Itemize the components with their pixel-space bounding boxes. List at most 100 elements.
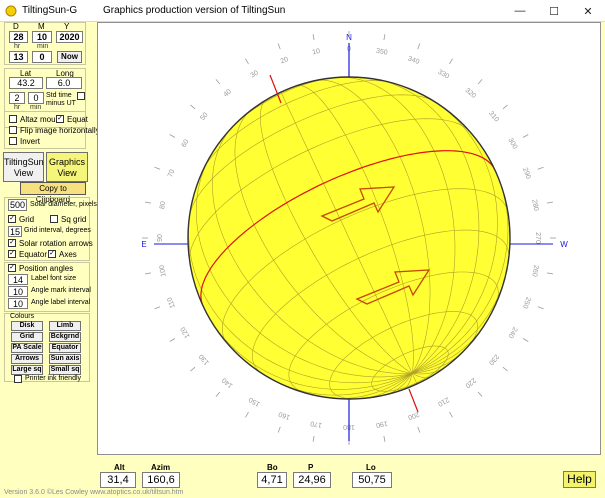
minute-label: min bbox=[37, 43, 49, 50]
app-sun-icon bbox=[5, 5, 17, 17]
alt-label: Alt bbox=[114, 463, 125, 472]
axes-checkbox[interactable]: ✓ bbox=[48, 250, 56, 258]
pa-tick bbox=[215, 79, 221, 85]
sq-grid-checkbox[interactable] bbox=[50, 215, 58, 223]
pa-label: 280 bbox=[530, 199, 539, 212]
month-label: M bbox=[38, 22, 45, 31]
label-font-size-label: Label font size bbox=[31, 275, 77, 282]
minimize-button[interactable]: — bbox=[503, 0, 537, 22]
pa-tick bbox=[145, 201, 152, 204]
printer-friendly-label: Printer ink friendly bbox=[25, 375, 82, 382]
pa-tick bbox=[417, 43, 421, 50]
copy-to-clipboard-button[interactable]: Copy to Clipboard bbox=[20, 182, 86, 204]
angle-mark-interval-label: Angle mark interval bbox=[31, 287, 91, 294]
pa-label: 100 bbox=[159, 264, 168, 277]
limb-colour-button[interactable]: Limb bbox=[49, 321, 81, 331]
pa-tick bbox=[169, 134, 176, 138]
hour-field[interactable]: 13 bbox=[9, 51, 28, 63]
azim-label: Azim bbox=[151, 463, 171, 472]
graphics-canvas[interactable]: 0102030405060708090100110120130140150160… bbox=[97, 22, 601, 455]
pa-label: 120 bbox=[180, 325, 192, 339]
pa-scale-colour-button[interactable]: PA Scale bbox=[11, 343, 43, 353]
pa-tick bbox=[312, 435, 315, 442]
arrows-colour-button[interactable]: Arrows bbox=[11, 354, 43, 364]
grid-checkbox[interactable]: ✓ bbox=[8, 215, 16, 223]
tz-minute-field[interactable]: 0 bbox=[28, 92, 44, 104]
pa-label: 340 bbox=[407, 55, 420, 66]
rotation-arrows-checkbox[interactable]: ✓ bbox=[8, 239, 16, 247]
label-font-size-field[interactable]: 14 bbox=[8, 274, 28, 285]
bo-label: Bo bbox=[267, 463, 278, 472]
pa-label: 90 bbox=[157, 234, 164, 242]
angle-label-interval-field[interactable]: 10 bbox=[8, 298, 28, 309]
flip-checkbox[interactable] bbox=[9, 126, 17, 134]
pa-label: 290 bbox=[521, 167, 532, 180]
pa-label: 110 bbox=[166, 296, 176, 309]
pa-tick bbox=[215, 391, 221, 397]
alt-value: 31,4 bbox=[100, 472, 136, 488]
altaz-checkbox[interactable] bbox=[9, 115, 17, 123]
small-sq-colour-button[interactable]: Small sq bbox=[49, 365, 81, 375]
solar-diameter-field[interactable]: 500 bbox=[8, 199, 27, 211]
pa-tick bbox=[190, 104, 196, 110]
pa-tick bbox=[245, 411, 249, 418]
window-subtitle: Graphics production version of TiltingSu… bbox=[103, 5, 286, 16]
disk-colour-button[interactable]: Disk bbox=[11, 321, 43, 331]
grid-colour-button[interactable]: Grid bbox=[11, 332, 43, 342]
north-label: N bbox=[346, 33, 352, 42]
sun-axis-colour-button[interactable]: Sun axis bbox=[49, 354, 81, 364]
latitude-field[interactable]: 43.2 bbox=[9, 77, 43, 89]
pa-tick bbox=[312, 34, 315, 41]
pa-label: 230 bbox=[487, 353, 500, 367]
background-colour-button[interactable]: Bckgrnd bbox=[49, 332, 81, 342]
grid-interval-field[interactable]: 15 bbox=[8, 226, 22, 237]
title-bar[interactable]: TiltingSun-G Graphics production version… bbox=[0, 0, 605, 22]
tz-hour-field[interactable]: 2 bbox=[9, 92, 25, 104]
equator-colour-button[interactable]: Equator bbox=[49, 343, 81, 353]
pa-label: 10 bbox=[312, 48, 321, 56]
tz-minute-label: min bbox=[30, 104, 42, 111]
app-window: TiltingSun-G Graphics production version… bbox=[0, 0, 605, 498]
pa-tick bbox=[417, 426, 421, 433]
lo-label: Lo bbox=[366, 463, 376, 472]
pa-label: 240 bbox=[506, 326, 518, 340]
equator-checkbox[interactable]: ✓ bbox=[8, 250, 16, 258]
pa-tick bbox=[502, 366, 508, 372]
pa-label: 150 bbox=[248, 395, 262, 407]
year-label: Y bbox=[64, 22, 70, 31]
help-button[interactable]: Help bbox=[563, 471, 596, 488]
longitude-field[interactable]: 6.0 bbox=[46, 77, 82, 89]
year-field[interactable]: 2020 bbox=[56, 31, 83, 43]
pa-tick bbox=[477, 391, 483, 397]
angle-mark-interval-field[interactable]: 10 bbox=[8, 286, 28, 297]
minute-field[interactable]: 0 bbox=[32, 51, 52, 63]
pa-label: 220 bbox=[463, 376, 477, 389]
month-field[interactable]: 10 bbox=[32, 31, 52, 43]
printer-friendly-checkbox[interactable] bbox=[14, 375, 22, 383]
now-button[interactable]: Now bbox=[57, 51, 82, 63]
pa-tick bbox=[154, 166, 161, 170]
invert-checkbox[interactable] bbox=[9, 137, 17, 145]
position-angles-label: Position angles bbox=[19, 264, 74, 273]
day-field[interactable]: 28 bbox=[9, 31, 28, 43]
p-label: P bbox=[308, 463, 314, 472]
pa-tick bbox=[277, 43, 281, 50]
east-label: E bbox=[141, 240, 146, 249]
large-sq-colour-button[interactable]: Large sq bbox=[11, 365, 43, 375]
std-time-checkbox[interactable] bbox=[77, 92, 85, 100]
equat-checkbox[interactable]: ✓ bbox=[56, 115, 64, 123]
graphics-view-button[interactable]: Graphics View bbox=[46, 152, 88, 182]
version-footer: Version 3.6.0 ©Les Cowley www.atoptics.c… bbox=[4, 489, 184, 496]
tiltingsun-view-button[interactable]: TiltingSun View bbox=[3, 152, 44, 182]
maximize-button[interactable]: ☐ bbox=[537, 0, 571, 22]
pa-tick bbox=[449, 411, 453, 418]
invert-label: Invert bbox=[20, 137, 41, 146]
day-label: D bbox=[13, 22, 19, 31]
pa-tick bbox=[537, 166, 544, 170]
position-angles-checkbox[interactable]: ✓ bbox=[8, 264, 16, 272]
pa-tick bbox=[522, 134, 529, 138]
pa-label: 60 bbox=[181, 138, 191, 148]
rotation-arrows-label: Solar rotation arrows bbox=[19, 239, 93, 248]
pa-label: 320 bbox=[464, 87, 478, 100]
close-button[interactable]: ✕ bbox=[571, 0, 605, 22]
